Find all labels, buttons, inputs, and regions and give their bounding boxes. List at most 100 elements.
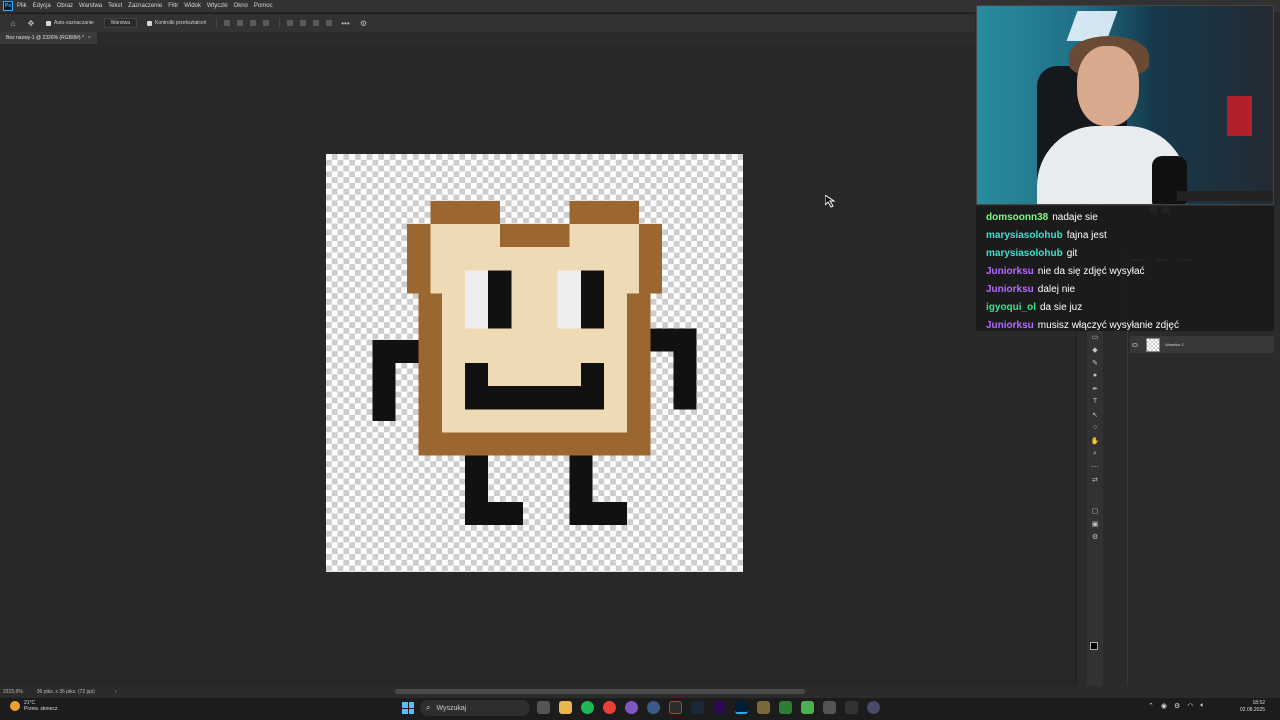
align-center-icon[interactable] [237, 20, 244, 26]
auto-select-checkbox[interactable]: Auto-zaznaczanie [46, 20, 94, 26]
close-icon[interactable]: × [88, 35, 91, 41]
menu-help[interactable]: Pomoc [254, 3, 273, 9]
menu-filter[interactable]: Filtr [168, 3, 178, 9]
weather-widget[interactable]: 21°C Przew. słonecz. [10, 700, 59, 712]
chat-message: marysiasolohub git [986, 244, 1264, 262]
weather-text: 21°C Przew. słonecz. [24, 700, 59, 712]
app-icon[interactable] [823, 701, 836, 714]
document-canvas[interactable] [326, 154, 743, 572]
task-view-icon[interactable] [537, 701, 550, 714]
left-eye-pupil [488, 270, 512, 329]
webcam-shelf-object [1227, 96, 1252, 136]
visibility-eye-icon[interactable] [1132, 342, 1138, 347]
app-icon[interactable] [757, 701, 770, 714]
status-arrow-icon[interactable]: › [115, 689, 117, 695]
menu-type[interactable]: Tekst [108, 3, 122, 9]
zoom-tool-icon[interactable]: ⌕ [1087, 447, 1103, 460]
chat-username: domsoonn38 [986, 211, 1049, 223]
menu-image[interactable]: Obraz [57, 3, 73, 9]
chrome-icon[interactable] [603, 701, 616, 714]
start-tile [402, 708, 408, 714]
type-tool-icon[interactable]: T [1087, 395, 1103, 408]
tray-app-icon[interactable]: ◉ [1161, 702, 1167, 710]
stream-chat-overlay: domsoonn38 nadaje sie marysiasolohub fajna… [976, 206, 1274, 331]
menu-edit[interactable]: Edycja [33, 3, 51, 9]
ellipse-tool-icon[interactable]: ○ [1087, 421, 1103, 434]
align-bottom-icon[interactable] [313, 20, 320, 26]
start-tile [402, 702, 408, 708]
move-tool-icon[interactable]: ✥ [26, 18, 36, 28]
mouse-cursor-icon [825, 195, 836, 208]
menu-plugins[interactable]: Wtyczki [207, 3, 228, 9]
menu-file[interactable]: Plik [17, 3, 27, 9]
steam-icon[interactable] [691, 701, 704, 714]
align-middle-icon[interactable] [300, 20, 307, 26]
clock-time: 18:52 [1252, 700, 1266, 706]
volume-icon[interactable]: 🔈︎ [1200, 702, 1204, 710]
color-swatches[interactable] [1087, 486, 1103, 654]
horizontal-scrollbar[interactable] [395, 689, 805, 694]
dodge-tool-icon[interactable]: ● [1087, 369, 1103, 382]
minecraft-icon[interactable] [801, 701, 814, 714]
toast-crust-notch [499, 224, 570, 248]
pen-tool-icon[interactable]: ✒ [1087, 382, 1103, 395]
start-tile [408, 708, 414, 714]
chat-text: nie da się zdjęć wysyłać [1037, 265, 1145, 277]
paint-bucket-icon[interactable]: ◆ [1087, 343, 1103, 356]
clock-date: 02.08.2025 [1240, 707, 1266, 713]
align-left-icon[interactable] [224, 20, 231, 26]
edit-toolbar-icon[interactable]: ⚙ [1087, 530, 1103, 543]
menu-select[interactable]: Zaznaczenie [128, 3, 162, 9]
screen-mode-icon[interactable]: ▣ [1087, 517, 1103, 530]
right-arm-down [673, 328, 697, 410]
zoom-level[interactable]: 2315,6% [3, 689, 23, 695]
gear-icon[interactable]: ⚙ [358, 18, 368, 28]
cursor-path [825, 195, 836, 208]
wifi-icon[interactable]: ◠ [1187, 702, 1193, 710]
premiere-icon[interactable] [713, 701, 726, 714]
transform-controls-checkbox[interactable]: Kontrolki przekształceń [147, 20, 206, 26]
more-tools-icon[interactable]: ⋯ [1087, 460, 1103, 473]
obs-icon[interactable] [867, 701, 880, 714]
right-eye-white [557, 270, 581, 329]
taskbar-search-box[interactable]: ⌕ Wyszukaj [420, 700, 530, 716]
align-top-icon[interactable] [287, 20, 294, 26]
swap-colors-icon[interactable]: ⇄ [1087, 473, 1103, 486]
chat-username: marysiasolohub [986, 229, 1063, 241]
layer-name[interactable]: Warstwa 2 [1165, 342, 1184, 347]
messenger-icon[interactable] [625, 701, 638, 714]
tools-panel: ▭ ◆ ✎ ● ✒ T ↖ ○ ✋ ⌕ ⋯ ⇄ ▢ ▣ ⚙ [1087, 330, 1103, 686]
tray-chevron-icon[interactable]: ⌃ [1148, 702, 1154, 710]
menu-layer[interactable]: Warstwa [79, 3, 102, 9]
tray-app-icon[interactable]: ⚙ [1174, 702, 1180, 710]
hand-tool-icon[interactable]: ✋ [1087, 434, 1103, 447]
quick-mask-icon[interactable]: ▢ [1087, 504, 1103, 517]
distribute-vertical-icon[interactable] [326, 20, 333, 26]
document-tab[interactable]: Bez nazwy-1 @ 2326% (RGB/8#) * × [0, 32, 97, 44]
windows-start-icon[interactable] [402, 702, 414, 714]
path-select-icon[interactable]: ↖ [1087, 408, 1103, 421]
blur-tool-icon[interactable]: ✎ [1087, 356, 1103, 369]
chat-message: igyoqui_ol da sie juz [986, 298, 1264, 316]
align-right-icon[interactable] [250, 20, 257, 26]
photoshop-icon[interactable] [735, 701, 748, 714]
file-explorer-icon[interactable] [559, 701, 572, 714]
layer-select-dropdown[interactable]: Warstwa [103, 18, 138, 28]
layer-row[interactable]: Warstwa 2 [1130, 336, 1274, 353]
home-icon[interactable]: ⌂ [8, 18, 18, 28]
excel-icon[interactable] [779, 701, 792, 714]
more-options-icon[interactable]: ••• [340, 18, 350, 28]
document-size: 36 piks. x 36 piks. (72 ppi) [36, 689, 95, 695]
left-foot [465, 502, 523, 526]
app-icon[interactable] [845, 701, 858, 714]
photoshop-logo-icon[interactable]: Ps [3, 1, 13, 11]
foreground-color-swatch[interactable] [1090, 642, 1098, 650]
chat-username: Juniorksu [986, 319, 1034, 331]
app-icon[interactable] [647, 701, 660, 714]
menu-view[interactable]: Widok [184, 3, 201, 9]
app-icon[interactable] [669, 701, 682, 714]
spotify-icon[interactable] [581, 701, 594, 714]
distribute-icon[interactable] [263, 20, 270, 26]
menu-window[interactable]: Okno [234, 3, 248, 9]
taskbar-clock[interactable]: 18:52 02.08.2025 [1240, 700, 1265, 714]
